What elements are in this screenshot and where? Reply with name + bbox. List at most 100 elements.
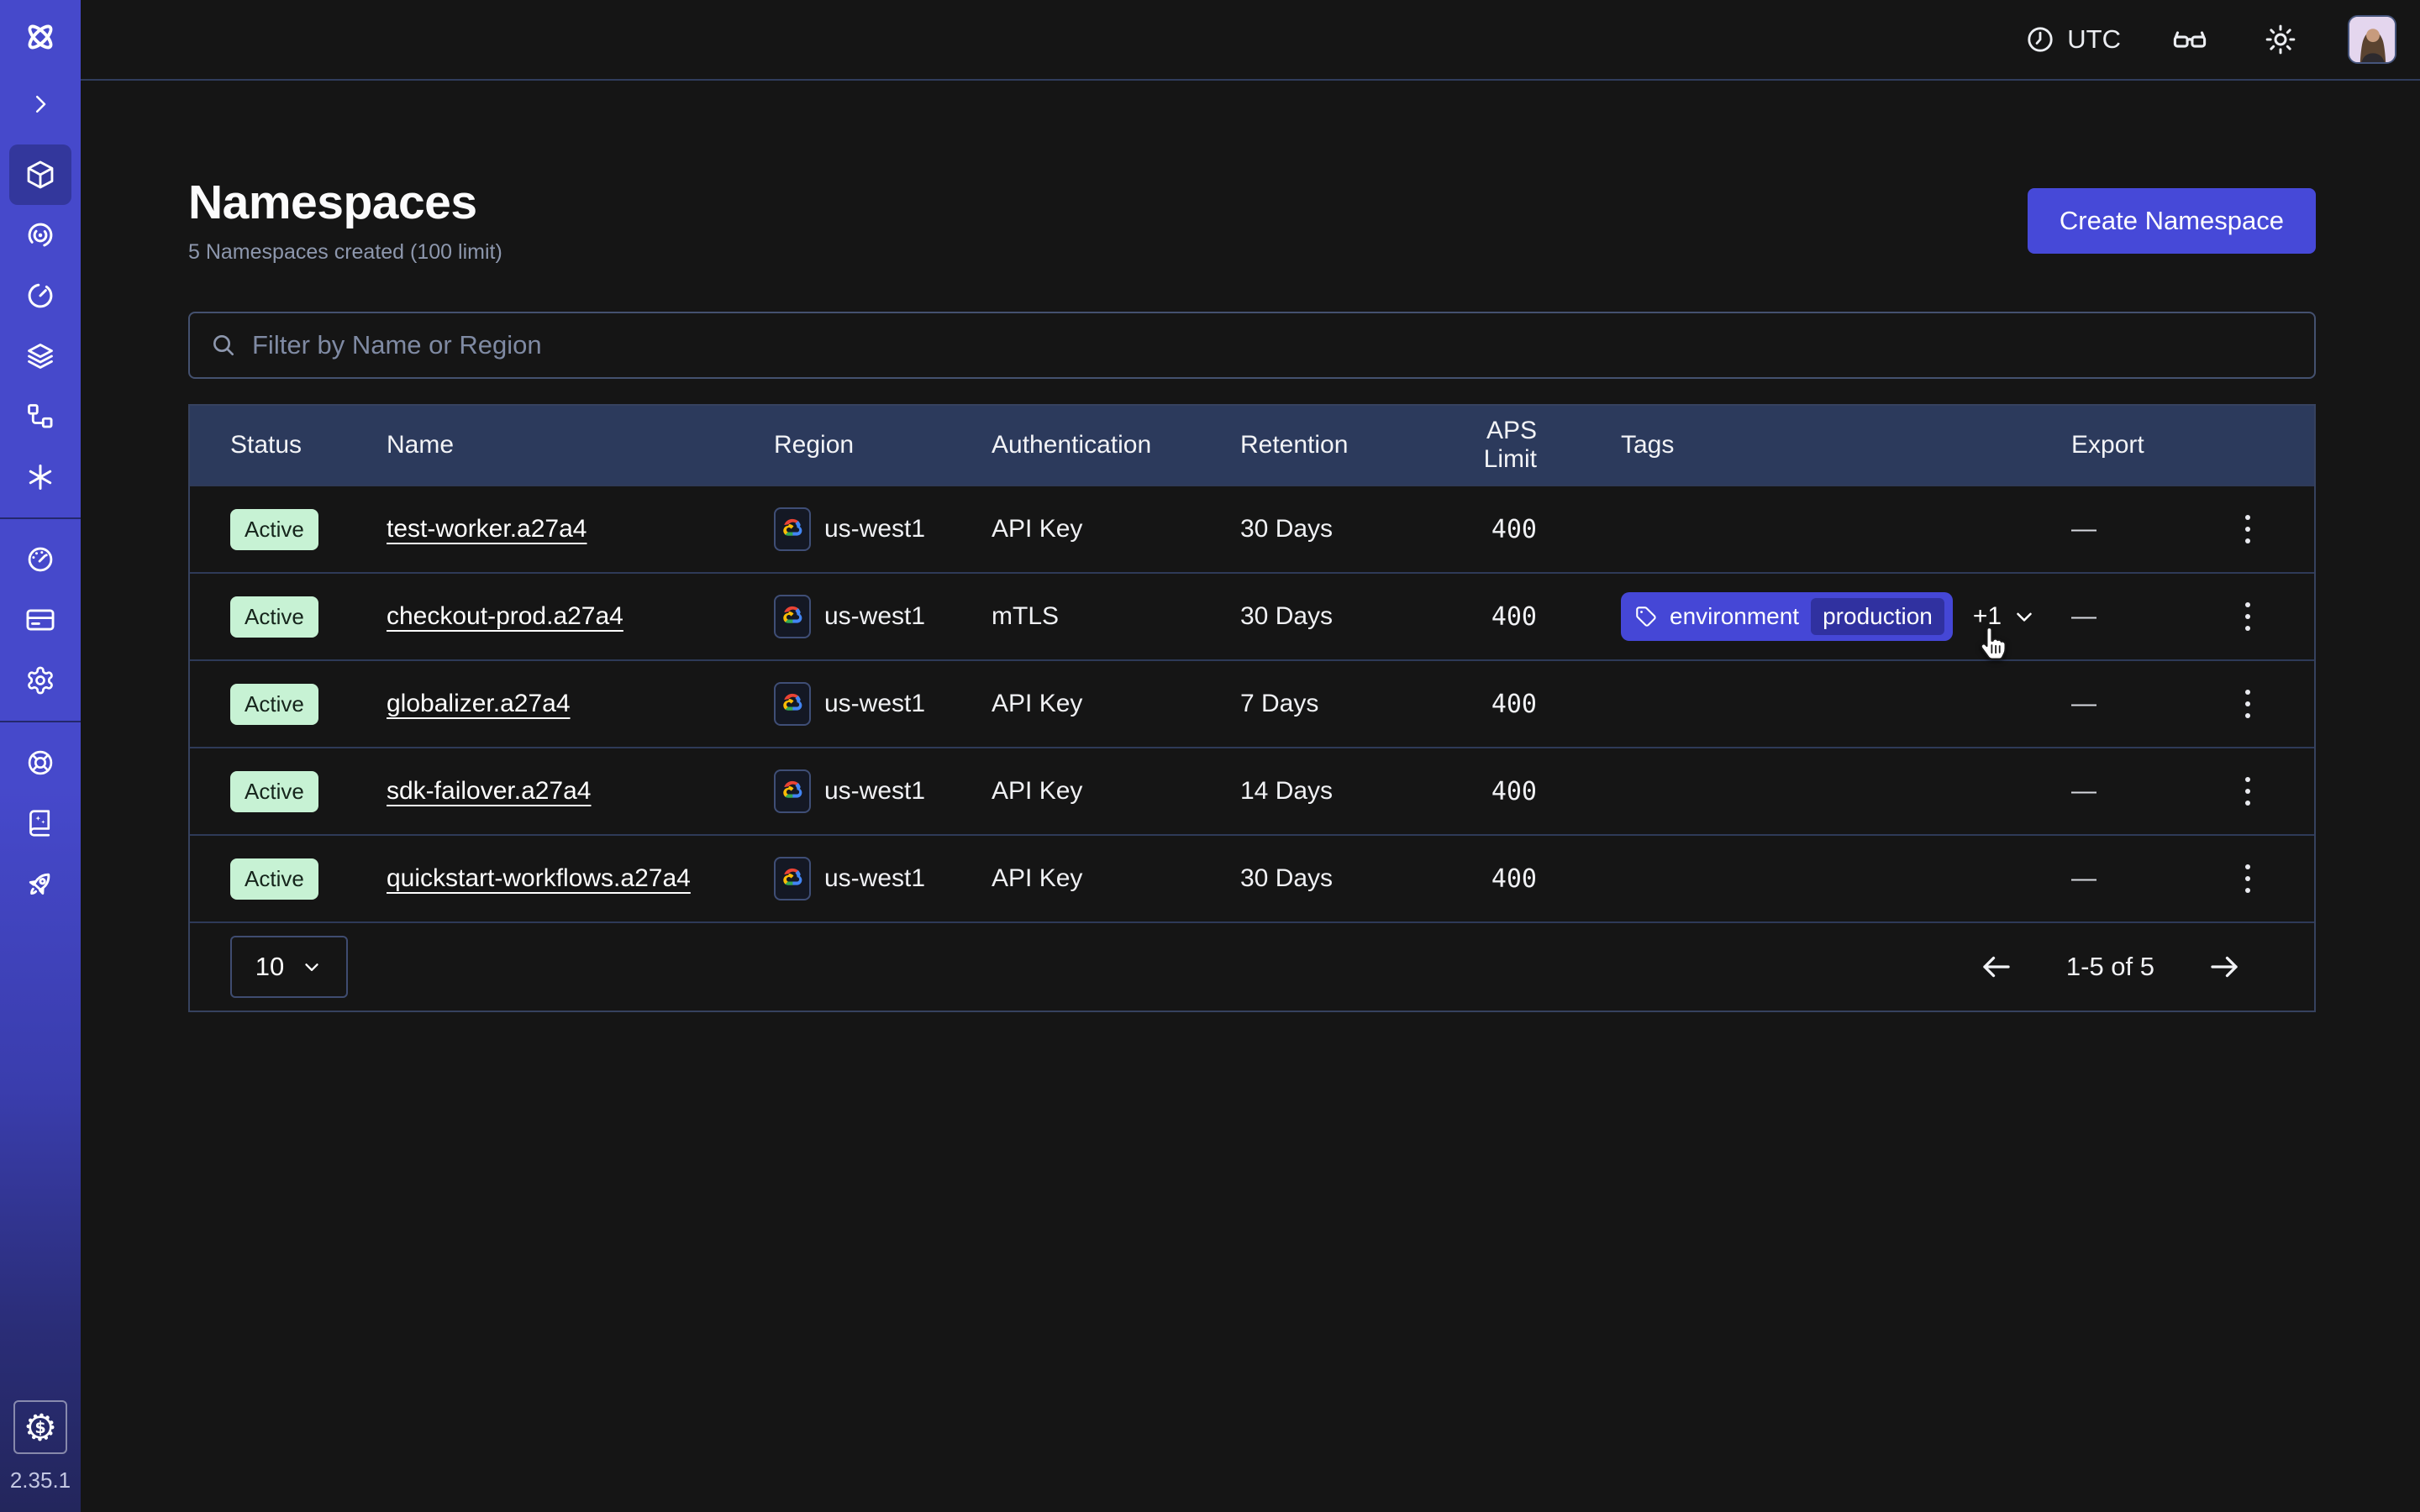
gcp-region-icon (774, 682, 811, 726)
retention-period: 7 Days (1240, 690, 1431, 718)
column-header-tags: Tags (1537, 431, 2071, 459)
credits-button[interactable]: $ (13, 1400, 67, 1454)
temporal-logo-icon[interactable] (21, 0, 60, 74)
sidebar-item-deployments[interactable] (9, 326, 71, 386)
sidebar-item-usage[interactable] (9, 529, 71, 590)
table-row: Active sdk-failover.a27a4 us-west1 API K… (190, 747, 2314, 834)
chevron-right-icon (28, 92, 53, 117)
row-menu-button[interactable] (2237, 769, 2259, 814)
page-header: Namespaces 5 Namespaces created (100 lim… (188, 175, 2316, 265)
aps-limit: 400 (1431, 777, 1537, 806)
gcp-region-icon (774, 769, 811, 813)
cyclone-icon (25, 220, 55, 250)
tag-key: environment (1670, 603, 1799, 630)
retention-period: 30 Days (1240, 864, 1431, 893)
topbar: UTC (81, 0, 2420, 81)
tag-icon (1634, 605, 1658, 628)
aps-limit: 400 (1431, 602, 1537, 632)
column-header-export: Export (2071, 431, 2221, 459)
chevron-down-icon (2012, 604, 2037, 629)
gear-icon (25, 665, 55, 696)
page-size-select[interactable]: 10 (230, 936, 348, 998)
export-status: — (2071, 602, 2221, 631)
sidebar-item-cyclone[interactable] (9, 205, 71, 265)
page-size-value: 10 (255, 952, 284, 982)
next-page-button[interactable] (2202, 944, 2247, 990)
cube-icon (24, 159, 56, 191)
column-header-region: Region (774, 431, 992, 459)
row-menu-button[interactable] (2237, 856, 2259, 901)
glasses-icon (2171, 21, 2208, 58)
sidebar-item-docs[interactable] (9, 793, 71, 853)
sidebar-item-nexus[interactable] (9, 386, 71, 447)
namespace-link[interactable]: globalizer.a27a4 (387, 690, 571, 717)
sidebar-item-billing[interactable] (9, 590, 71, 650)
create-namespace-button[interactable]: Create Namespace (2028, 188, 2316, 254)
sidebar-item-getting-started[interactable] (9, 853, 71, 914)
pagination-range: 1-5 of 5 (2066, 952, 2154, 982)
svg-text:$: $ (34, 1418, 45, 1437)
namespace-link[interactable]: test-worker.a27a4 (387, 515, 587, 543)
sidebar-expand-button[interactable] (9, 74, 71, 134)
export-status: — (2071, 515, 2221, 543)
row-menu-button[interactable] (2237, 594, 2259, 639)
export-status: — (2071, 864, 2221, 893)
auth-method: API Key (992, 777, 1240, 806)
chevron-down-icon (301, 956, 323, 978)
labs-toggle-button[interactable] (2166, 16, 2213, 63)
filter-bar (188, 312, 2316, 379)
sun-icon (2264, 23, 2297, 56)
export-status: — (2071, 777, 2221, 806)
auth-method: API Key (992, 690, 1240, 718)
column-header-aps-limit: APS Limit (1431, 417, 1537, 474)
layers-icon (24, 340, 56, 372)
sidebar-item-settings[interactable] (9, 650, 71, 711)
timezone-selector[interactable]: UTC (2025, 24, 2121, 55)
book-sparkle-icon (25, 808, 55, 838)
previous-page-button[interactable] (1974, 944, 2019, 990)
workflow-branch-icon (25, 402, 55, 432)
table-row: Active test-worker.a27a4 us-west1 API Ke… (190, 485, 2314, 572)
gcp-region-icon (774, 507, 811, 551)
sidebar-item-support[interactable] (9, 732, 71, 793)
aps-limit: 400 (1431, 864, 1537, 894)
tags-overflow-count: +1 (1973, 602, 2002, 631)
region-label: us-west1 (824, 864, 925, 893)
region-label: us-west1 (824, 602, 925, 631)
table-row: Active checkout-prod.a27a4 us-west1 mTLS… (190, 572, 2314, 659)
row-menu-button[interactable] (2237, 507, 2259, 552)
retention-period: 30 Days (1240, 602, 1431, 631)
column-header-authentication: Authentication (992, 431, 1240, 459)
tag-value: production (1811, 598, 1944, 635)
aps-limit: 400 (1431, 690, 1537, 719)
auth-method: API Key (992, 515, 1240, 543)
sidebar-nav-group-help (0, 722, 81, 924)
tags-overflow-toggle[interactable]: +1 (1973, 602, 2037, 631)
table-row: Active quickstart-workflows.a27a4 us-wes… (190, 834, 2314, 921)
clock-icon (2025, 24, 2055, 55)
sidebar-item-batch[interactable] (9, 447, 71, 507)
status-badge: Active (230, 684, 318, 725)
gcp-region-icon (774, 857, 811, 900)
page-title: Namespaces (188, 175, 502, 230)
rocket-icon (24, 868, 56, 900)
timezone-label: UTC (2067, 24, 2121, 55)
retention-period: 30 Days (1240, 515, 1431, 543)
page-subtitle: 5 Namespaces created (100 limit) (188, 240, 502, 265)
main-content: Namespaces 5 Namespaces created (100 lim… (81, 81, 2420, 1512)
namespace-link[interactable]: checkout-prod.a27a4 (387, 602, 623, 630)
status-badge: Active (230, 771, 318, 812)
namespace-link[interactable]: quickstart-workflows.a27a4 (387, 864, 691, 892)
sidebar-item-namespaces[interactable] (9, 144, 71, 205)
credit-card-icon (24, 604, 56, 636)
theme-toggle-button[interactable] (2259, 18, 2302, 61)
row-menu-button[interactable] (2237, 681, 2259, 727)
asterisk-icon (25, 462, 55, 492)
gauge-icon (25, 544, 55, 575)
filter-input[interactable] (252, 330, 2294, 360)
namespace-link[interactable]: sdk-failover.a27a4 (387, 777, 592, 805)
sidebar-item-schedules[interactable] (9, 265, 71, 326)
auth-method: mTLS (992, 602, 1240, 631)
tag-chip[interactable]: environment production (1621, 592, 1953, 641)
user-avatar[interactable] (2348, 15, 2396, 64)
